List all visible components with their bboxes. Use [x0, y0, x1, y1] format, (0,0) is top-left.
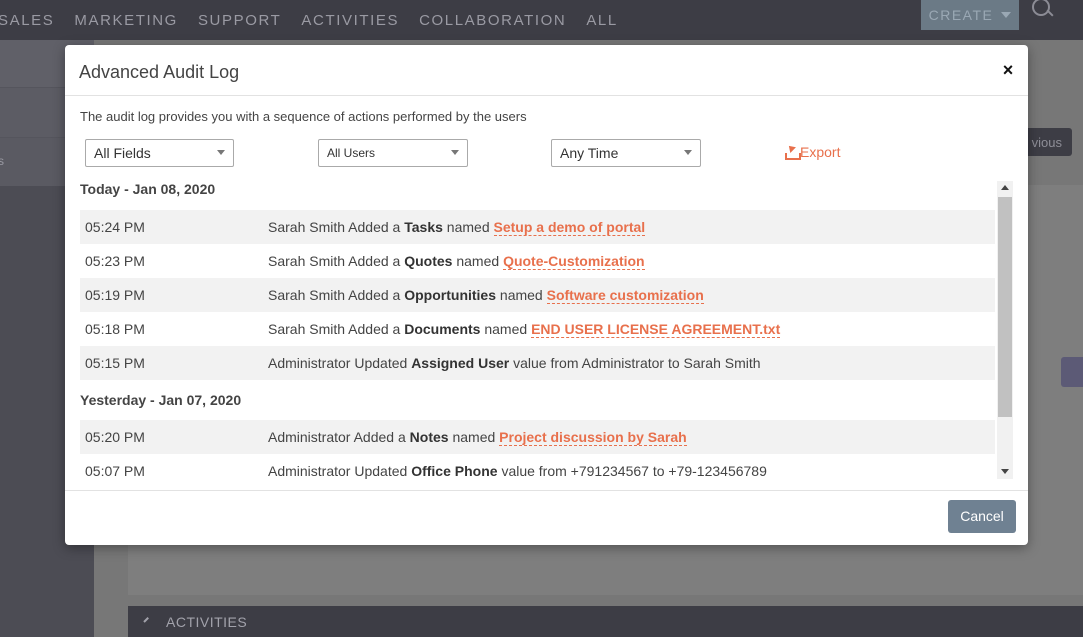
- cancel-button[interactable]: Cancel: [948, 500, 1016, 533]
- scrollbar-thumb[interactable]: [998, 197, 1012, 417]
- users-filter-value: All Users: [327, 146, 376, 160]
- audit-log-modal: Advanced Audit Log × The audit log provi…: [65, 45, 1028, 545]
- users-filter-select[interactable]: All Users: [318, 139, 468, 167]
- export-icon: [784, 145, 801, 160]
- day-heading: Today - Jan 08, 2020: [80, 181, 216, 197]
- log-description: Administrator Updated Office Phone value…: [268, 463, 767, 479]
- log-time: 05:20 PM: [85, 429, 145, 445]
- log-time: 05:23 PM: [85, 253, 145, 269]
- fields-filter-select[interactable]: All Fields: [85, 139, 234, 167]
- audit-log-list: Today - Jan 08, 2020 05:24 PM Sarah Smit…: [80, 179, 1013, 481]
- day-heading: Yesterday - Jan 07, 2020: [80, 392, 242, 408]
- caret-down-icon: [1001, 12, 1012, 18]
- search-icon[interactable]: [1030, 0, 1054, 24]
- log-entry: 05:24 PM Sarah Smith Added a Tasks named…: [80, 210, 995, 244]
- log-description: Sarah Smith Added a Quotes named Quote-C…: [268, 253, 645, 270]
- modal-description: The audit log provides you with a sequen…: [80, 109, 527, 124]
- log-entry: 05:07 PM Administrator Updated Office Ph…: [80, 454, 995, 481]
- record-link[interactable]: END USER LICENSE AGREEMENT.txt: [531, 321, 781, 338]
- chevron-down-icon: [217, 150, 225, 155]
- log-scrollbar[interactable]: [997, 181, 1013, 479]
- activities-subpanel-header[interactable]: ACTIVITIES: [128, 606, 1083, 637]
- nav-item-support[interactable]: SUPPORT: [198, 12, 281, 29]
- record-link[interactable]: Software customization: [546, 287, 704, 304]
- side-button[interactable]: [1061, 357, 1083, 387]
- scroll-up-icon[interactable]: [1001, 185, 1009, 190]
- time-filter-select[interactable]: Any Time: [551, 139, 701, 167]
- record-link[interactable]: Project discussion by Sarah: [499, 429, 687, 446]
- log-entry: 05:19 PM Sarah Smith Added a Opportuniti…: [80, 278, 995, 312]
- log-time: 05:07 PM: [85, 463, 145, 479]
- time-filter-value: Any Time: [560, 145, 619, 161]
- nav-item-collaboration[interactable]: COLLABORATION: [419, 12, 566, 29]
- modal-header: Advanced Audit Log ×: [65, 45, 1028, 96]
- sidebar-item-label: s: [0, 154, 4, 168]
- log-entry: 05:23 PM Sarah Smith Added a Quotes name…: [80, 244, 995, 278]
- nav-item-sales[interactable]: SALES: [0, 12, 54, 29]
- record-link[interactable]: Quote-Customization: [503, 253, 645, 270]
- log-time: 05:15 PM: [85, 355, 145, 371]
- activities-label: ACTIVITIES: [166, 613, 248, 630]
- export-link[interactable]: Export: [784, 144, 840, 160]
- scroll-down-icon[interactable]: [1001, 469, 1009, 474]
- chevron-down-icon: [684, 150, 692, 155]
- log-entry: 05:18 PM Sarah Smith Added a Documents n…: [80, 312, 995, 346]
- modal-title: Advanced Audit Log: [79, 62, 240, 82]
- nav-items: SALES MARKETING SUPPORT ACTIVITIES COLLA…: [0, 0, 638, 40]
- log-entry: 05:20 PM Administrator Added a Notes nam…: [80, 420, 995, 454]
- log-entry: 05:15 PM Administrator Updated Assigned …: [80, 346, 995, 380]
- record-link[interactable]: Setup a demo of portal: [493, 219, 646, 236]
- log-time: 05:24 PM: [85, 219, 145, 235]
- log-description: Administrator Added a Notes named Projec…: [268, 429, 687, 446]
- log-time: 05:19 PM: [85, 287, 145, 303]
- create-button[interactable]: CREATE: [921, 0, 1019, 30]
- log-description: Sarah Smith Added a Opportunities named …: [268, 287, 704, 304]
- nav-item-marketing[interactable]: MARKETING: [74, 12, 178, 29]
- log-description: Sarah Smith Added a Documents named END …: [268, 321, 781, 338]
- chevron-icon: [144, 617, 158, 627]
- nav-item-all[interactable]: ALL: [586, 12, 618, 29]
- create-button-label: CREATE: [928, 7, 994, 23]
- log-description: Administrator Updated Assigned User valu…: [268, 355, 761, 371]
- chevron-down-icon: [451, 150, 459, 155]
- export-label: Export: [800, 144, 841, 160]
- close-button[interactable]: ×: [997, 59, 1019, 81]
- log-time: 05:18 PM: [85, 321, 145, 337]
- modal-footer: Cancel: [65, 490, 1028, 545]
- nav-item-activities[interactable]: ACTIVITIES: [301, 12, 399, 29]
- top-navigation: SALES MARKETING SUPPORT ACTIVITIES COLLA…: [0, 0, 1083, 40]
- log-description: Sarah Smith Added a Tasks named Setup a …: [268, 219, 646, 236]
- fields-filter-value: All Fields: [94, 145, 151, 161]
